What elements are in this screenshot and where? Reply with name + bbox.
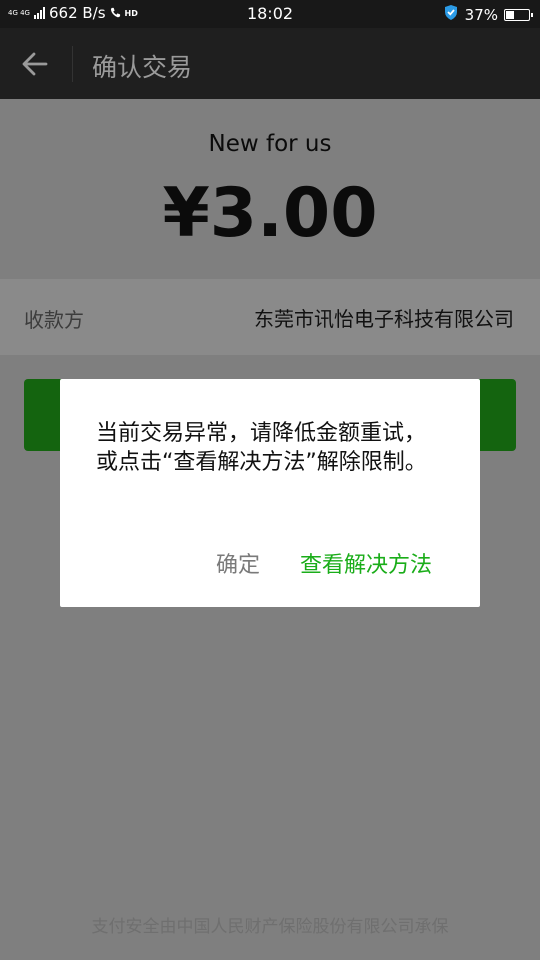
payee-row: 收款方 东莞市讯怡电子科技有限公司	[0, 279, 540, 355]
shield-icon	[443, 4, 459, 25]
footer-insurance-note: 支付安全由中国人民财产保险股份有限公司承保	[91, 917, 449, 937]
battery-icon	[504, 8, 533, 21]
page-title: 确认交易	[92, 53, 193, 82]
back-button[interactable]	[20, 50, 50, 78]
merchant-name: New for us	[208, 131, 332, 157]
status-right: 37%	[443, 4, 533, 25]
arrow-left-icon	[22, 52, 48, 76]
status-bar: 4G 4G 662 B/s HD 18:02 37%	[0, 0, 540, 28]
alert-dialog: 当前交易异常，请降低金额重试，或点击“查看解决方法”解除限制。 确定 查看解决方…	[60, 379, 480, 607]
confirm-button[interactable]: 确定	[216, 547, 260, 579]
payee-label: 收款方	[24, 308, 84, 332]
payee-value: 东莞市讯怡电子科技有限公司	[254, 307, 514, 331]
app-bar: 确认交易	[0, 28, 540, 99]
battery-fill	[506, 10, 514, 19]
app-bar-divider	[72, 46, 73, 82]
dialog-message: 当前交易异常，请降低金额重试，或点击“查看解决方法”解除限制。	[96, 421, 427, 475]
battery-percent: 37%	[464, 5, 498, 24]
view-solution-button[interactable]: 查看解决方法	[300, 547, 432, 579]
payment-amount: ¥3.00	[162, 174, 378, 253]
